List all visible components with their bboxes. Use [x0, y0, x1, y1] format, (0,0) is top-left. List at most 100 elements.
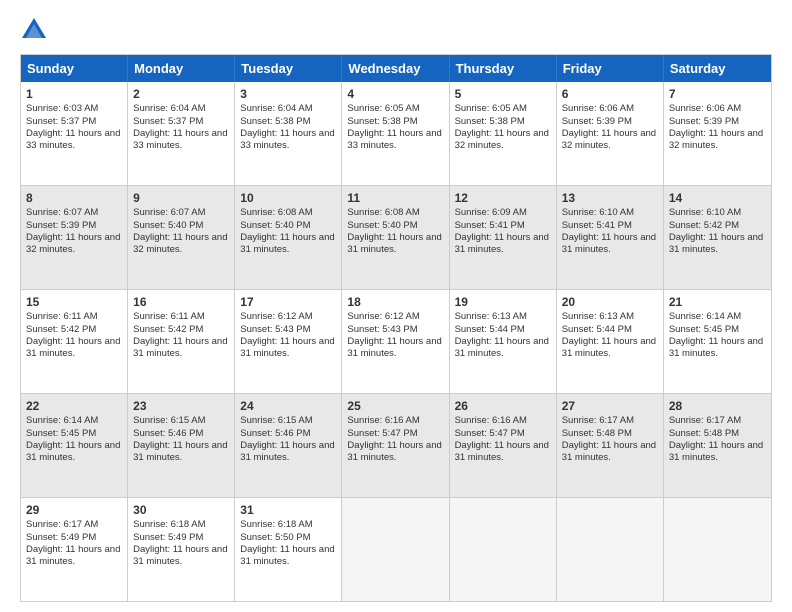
day-number: 29 [26, 502, 122, 518]
calendar-cell: 13Sunrise: 6:10 AMSunset: 5:41 PMDayligh… [557, 186, 664, 289]
calendar-cell [450, 498, 557, 601]
day-number: 10 [240, 190, 336, 206]
calendar-row-0: 1Sunrise: 6:03 AMSunset: 5:37 PMDaylight… [21, 82, 771, 185]
day-number: 24 [240, 398, 336, 414]
calendar: SundayMondayTuesdayWednesdayThursdayFrid… [20, 54, 772, 602]
calendar-cell: 1Sunrise: 6:03 AMSunset: 5:37 PMDaylight… [21, 82, 128, 185]
day-number: 1 [26, 86, 122, 102]
day-number: 31 [240, 502, 336, 518]
calendar-cell: 6Sunrise: 6:06 AMSunset: 5:39 PMDaylight… [557, 82, 664, 185]
calendar-cell: 28Sunrise: 6:17 AMSunset: 5:48 PMDayligh… [664, 394, 771, 497]
calendar-cell: 21Sunrise: 6:14 AMSunset: 5:45 PMDayligh… [664, 290, 771, 393]
cell-info: Sunrise: 6:08 AMSunset: 5:40 PMDaylight:… [347, 207, 443, 256]
day-number: 23 [133, 398, 229, 414]
calendar-cell: 31Sunrise: 6:18 AMSunset: 5:50 PMDayligh… [235, 498, 342, 601]
cell-info: Sunrise: 6:18 AMSunset: 5:50 PMDaylight:… [240, 519, 336, 568]
column-header-thursday: Thursday [450, 55, 557, 82]
cell-info: Sunrise: 6:04 AMSunset: 5:37 PMDaylight:… [133, 103, 229, 152]
day-number: 25 [347, 398, 443, 414]
cell-info: Sunrise: 6:12 AMSunset: 5:43 PMDaylight:… [347, 311, 443, 360]
calendar-row-2: 15Sunrise: 6:11 AMSunset: 5:42 PMDayligh… [21, 289, 771, 393]
calendar-cell: 26Sunrise: 6:16 AMSunset: 5:47 PMDayligh… [450, 394, 557, 497]
day-number: 22 [26, 398, 122, 414]
column-header-saturday: Saturday [664, 55, 771, 82]
calendar-cell: 8Sunrise: 6:07 AMSunset: 5:39 PMDaylight… [21, 186, 128, 289]
column-header-monday: Monday [128, 55, 235, 82]
cell-info: Sunrise: 6:13 AMSunset: 5:44 PMDaylight:… [562, 311, 658, 360]
day-number: 2 [133, 86, 229, 102]
cell-info: Sunrise: 6:08 AMSunset: 5:40 PMDaylight:… [240, 207, 336, 256]
cell-info: Sunrise: 6:05 AMSunset: 5:38 PMDaylight:… [347, 103, 443, 152]
calendar-cell: 5Sunrise: 6:05 AMSunset: 5:38 PMDaylight… [450, 82, 557, 185]
day-number: 8 [26, 190, 122, 206]
cell-info: Sunrise: 6:07 AMSunset: 5:40 PMDaylight:… [133, 207, 229, 256]
cell-info: Sunrise: 6:11 AMSunset: 5:42 PMDaylight:… [133, 311, 229, 360]
calendar-cell: 3Sunrise: 6:04 AMSunset: 5:38 PMDaylight… [235, 82, 342, 185]
cell-info: Sunrise: 6:03 AMSunset: 5:37 PMDaylight:… [26, 103, 122, 152]
calendar-cell: 4Sunrise: 6:05 AMSunset: 5:38 PMDaylight… [342, 82, 449, 185]
calendar-cell [664, 498, 771, 601]
cell-info: Sunrise: 6:14 AMSunset: 5:45 PMDaylight:… [669, 311, 766, 360]
calendar-cell: 2Sunrise: 6:04 AMSunset: 5:37 PMDaylight… [128, 82, 235, 185]
cell-info: Sunrise: 6:17 AMSunset: 5:48 PMDaylight:… [669, 415, 766, 464]
calendar-cell: 20Sunrise: 6:13 AMSunset: 5:44 PMDayligh… [557, 290, 664, 393]
calendar-cell: 19Sunrise: 6:13 AMSunset: 5:44 PMDayligh… [450, 290, 557, 393]
cell-info: Sunrise: 6:10 AMSunset: 5:41 PMDaylight:… [562, 207, 658, 256]
calendar-cell: 9Sunrise: 6:07 AMSunset: 5:40 PMDaylight… [128, 186, 235, 289]
calendar-cell [342, 498, 449, 601]
cell-info: Sunrise: 6:12 AMSunset: 5:43 PMDaylight:… [240, 311, 336, 360]
calendar-cell: 12Sunrise: 6:09 AMSunset: 5:41 PMDayligh… [450, 186, 557, 289]
calendar-cell: 18Sunrise: 6:12 AMSunset: 5:43 PMDayligh… [342, 290, 449, 393]
cell-info: Sunrise: 6:18 AMSunset: 5:49 PMDaylight:… [133, 519, 229, 568]
calendar-cell [557, 498, 664, 601]
logo-icon [20, 16, 48, 44]
calendar-cell: 24Sunrise: 6:15 AMSunset: 5:46 PMDayligh… [235, 394, 342, 497]
day-number: 16 [133, 294, 229, 310]
day-number: 5 [455, 86, 551, 102]
day-number: 13 [562, 190, 658, 206]
column-header-wednesday: Wednesday [342, 55, 449, 82]
header [20, 16, 772, 44]
calendar-cell: 11Sunrise: 6:08 AMSunset: 5:40 PMDayligh… [342, 186, 449, 289]
day-number: 14 [669, 190, 766, 206]
cell-info: Sunrise: 6:17 AMSunset: 5:49 PMDaylight:… [26, 519, 122, 568]
day-number: 19 [455, 294, 551, 310]
calendar-cell: 16Sunrise: 6:11 AMSunset: 5:42 PMDayligh… [128, 290, 235, 393]
day-number: 11 [347, 190, 443, 206]
cell-info: Sunrise: 6:11 AMSunset: 5:42 PMDaylight:… [26, 311, 122, 360]
page: SundayMondayTuesdayWednesdayThursdayFrid… [0, 0, 792, 612]
day-number: 27 [562, 398, 658, 414]
calendar-header: SundayMondayTuesdayWednesdayThursdayFrid… [21, 55, 771, 82]
cell-info: Sunrise: 6:16 AMSunset: 5:47 PMDaylight:… [347, 415, 443, 464]
logo [20, 16, 52, 44]
calendar-row-4: 29Sunrise: 6:17 AMSunset: 5:49 PMDayligh… [21, 497, 771, 601]
calendar-cell: 14Sunrise: 6:10 AMSunset: 5:42 PMDayligh… [664, 186, 771, 289]
calendar-cell: 22Sunrise: 6:14 AMSunset: 5:45 PMDayligh… [21, 394, 128, 497]
calendar-cell: 7Sunrise: 6:06 AMSunset: 5:39 PMDaylight… [664, 82, 771, 185]
cell-info: Sunrise: 6:06 AMSunset: 5:39 PMDaylight:… [562, 103, 658, 152]
calendar-cell: 15Sunrise: 6:11 AMSunset: 5:42 PMDayligh… [21, 290, 128, 393]
day-number: 20 [562, 294, 658, 310]
cell-info: Sunrise: 6:10 AMSunset: 5:42 PMDaylight:… [669, 207, 766, 256]
calendar-cell: 17Sunrise: 6:12 AMSunset: 5:43 PMDayligh… [235, 290, 342, 393]
calendar-cell: 23Sunrise: 6:15 AMSunset: 5:46 PMDayligh… [128, 394, 235, 497]
cell-info: Sunrise: 6:13 AMSunset: 5:44 PMDaylight:… [455, 311, 551, 360]
calendar-row-3: 22Sunrise: 6:14 AMSunset: 5:45 PMDayligh… [21, 393, 771, 497]
day-number: 18 [347, 294, 443, 310]
day-number: 15 [26, 294, 122, 310]
column-header-sunday: Sunday [21, 55, 128, 82]
column-header-friday: Friday [557, 55, 664, 82]
cell-info: Sunrise: 6:09 AMSunset: 5:41 PMDaylight:… [455, 207, 551, 256]
cell-info: Sunrise: 6:04 AMSunset: 5:38 PMDaylight:… [240, 103, 336, 152]
calendar-cell: 25Sunrise: 6:16 AMSunset: 5:47 PMDayligh… [342, 394, 449, 497]
day-number: 6 [562, 86, 658, 102]
day-number: 12 [455, 190, 551, 206]
cell-info: Sunrise: 6:06 AMSunset: 5:39 PMDaylight:… [669, 103, 766, 152]
column-header-tuesday: Tuesday [235, 55, 342, 82]
cell-info: Sunrise: 6:17 AMSunset: 5:48 PMDaylight:… [562, 415, 658, 464]
cell-info: Sunrise: 6:15 AMSunset: 5:46 PMDaylight:… [133, 415, 229, 464]
calendar-cell: 29Sunrise: 6:17 AMSunset: 5:49 PMDayligh… [21, 498, 128, 601]
cell-info: Sunrise: 6:14 AMSunset: 5:45 PMDaylight:… [26, 415, 122, 464]
cell-info: Sunrise: 6:07 AMSunset: 5:39 PMDaylight:… [26, 207, 122, 256]
calendar-cell: 30Sunrise: 6:18 AMSunset: 5:49 PMDayligh… [128, 498, 235, 601]
